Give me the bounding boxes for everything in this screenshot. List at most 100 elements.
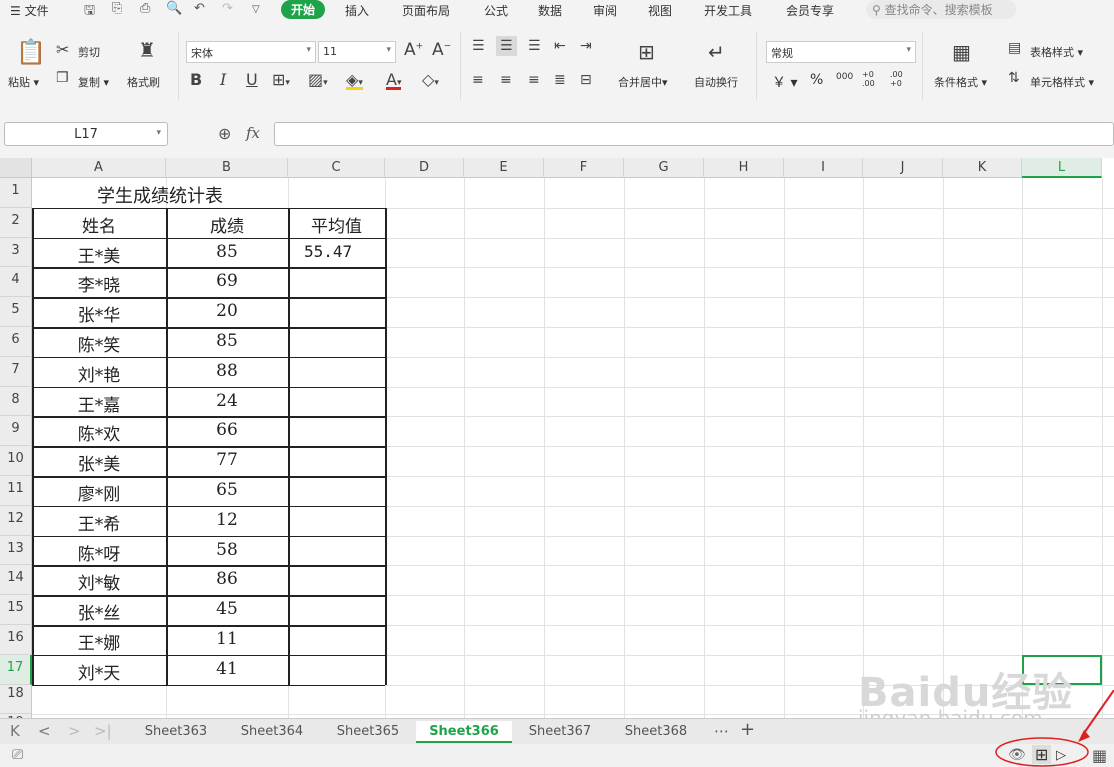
- row-header-14[interactable]: 14: [0, 565, 32, 596]
- next-sheet-icon[interactable]: >: [68, 722, 81, 740]
- distribute-icon[interactable]: ⊟: [580, 72, 592, 88]
- column-header-j[interactable]: J: [863, 158, 943, 178]
- font-name-select[interactable]: 宋体 ▾: [186, 41, 316, 63]
- indent-icon[interactable]: ⇥: [580, 38, 592, 54]
- row-header-17[interactable]: 17: [0, 654, 32, 685]
- wrap-text-button[interactable]: 自动换行: [694, 74, 738, 90]
- paste-button[interactable]: 粘贴 ▾: [8, 74, 39, 90]
- underline-button[interactable]: U: [246, 70, 258, 89]
- row-header-4[interactable]: 4: [0, 267, 32, 298]
- student-name-cell[interactable]: 张*丝: [32, 599, 166, 624]
- student-name-cell[interactable]: 刘*艳: [32, 361, 166, 386]
- tab-member[interactable]: 会员专享: [786, 2, 834, 19]
- align-bottom-icon[interactable]: ☰: [528, 38, 541, 54]
- student-score-cell[interactable]: 41: [166, 659, 288, 679]
- student-name-cell[interactable]: 王*美: [32, 242, 166, 267]
- student-score-cell[interactable]: 12: [166, 510, 288, 530]
- export-icon[interactable]: ⎘: [112, 1, 122, 16]
- row-header-11[interactable]: 11: [0, 476, 32, 506]
- row-header-3[interactable]: 3: [0, 237, 32, 268]
- student-score-cell[interactable]: 85: [166, 331, 288, 351]
- decrease-decimal-button[interactable]: .00 +0: [890, 70, 910, 88]
- print-icon[interactable]: ⎙: [140, 1, 150, 16]
- merge-center-button[interactable]: 合并居中▾: [618, 74, 668, 90]
- paste-icon[interactable]: 📋: [16, 38, 46, 66]
- student-score-cell[interactable]: 58: [166, 540, 288, 560]
- column-header-k[interactable]: K: [943, 158, 1022, 178]
- row-header-18[interactable]: 18: [0, 684, 32, 715]
- formula-input[interactable]: [274, 122, 1114, 146]
- student-score-cell[interactable]: 20: [166, 301, 288, 321]
- student-score-cell[interactable]: 65: [166, 480, 288, 500]
- student-name-cell[interactable]: 李*晓: [32, 271, 166, 296]
- undo-icon[interactable]: ↶: [194, 1, 205, 16]
- first-sheet-icon[interactable]: K: [10, 722, 20, 740]
- row-header-16[interactable]: 16: [0, 625, 32, 655]
- conditional-format-button[interactable]: 条件格式 ▾: [934, 74, 987, 90]
- percent-button[interactable]: %: [810, 72, 823, 88]
- row-header-6[interactable]: 6: [0, 327, 32, 357]
- student-score-cell[interactable]: 88: [166, 361, 288, 381]
- row-header-8[interactable]: 8: [0, 386, 32, 417]
- student-name-cell[interactable]: 陈*笑: [32, 331, 166, 356]
- student-score-cell[interactable]: 85: [166, 242, 288, 262]
- student-score-cell[interactable]: 11: [166, 629, 288, 649]
- tab-insert[interactable]: 插入: [345, 2, 369, 19]
- student-name-cell[interactable]: 陈*呀: [32, 540, 166, 565]
- command-search[interactable]: ⚲ 查找命令、搜索模板: [866, 0, 1016, 19]
- column-header-h[interactable]: H: [704, 158, 784, 178]
- student-name-cell[interactable]: 王*娜: [32, 629, 166, 654]
- tab-start[interactable]: 开始: [281, 0, 326, 19]
- fill-style-icon[interactable]: ▨▾: [308, 70, 328, 89]
- spreadsheet-grid[interactable]: ABCDEFGHIJKL 1 2 3 4 5 6 7 8 9 10 11 12 13 14 15 16 17 18…: [0, 158, 1114, 718]
- sheet-tab-367[interactable]: Sheet367: [512, 721, 608, 743]
- copy-button[interactable]: 复制 ▾: [78, 74, 109, 90]
- table-style-button[interactable]: 表格样式 ▾: [1030, 44, 1083, 60]
- header-average-cell[interactable]: 平均值: [288, 212, 385, 237]
- average-value-cell[interactable]: 55.47: [288, 242, 385, 261]
- student-name-cell[interactable]: 刘*天: [32, 659, 166, 684]
- justify-icon[interactable]: ≣: [554, 72, 566, 88]
- prev-sheet-icon[interactable]: <: [38, 722, 51, 740]
- tab-view[interactable]: 视图: [648, 2, 672, 19]
- font-size-select[interactable]: 11 ▾: [318, 41, 396, 63]
- tab-page-layout[interactable]: 页面布局: [402, 2, 450, 19]
- currency-button[interactable]: ￥ ▾: [772, 72, 797, 92]
- last-sheet-icon[interactable]: >|: [94, 722, 112, 740]
- increase-font-icon[interactable]: A+: [404, 40, 423, 60]
- save-icon[interactable]: 🖫: [84, 1, 95, 23]
- row-header-7[interactable]: 7: [0, 356, 32, 387]
- decrease-font-icon[interactable]: A−: [432, 40, 451, 60]
- row-header-2[interactable]: 2: [0, 207, 32, 238]
- column-header-c[interactable]: C: [288, 158, 385, 178]
- row-header-10[interactable]: 10: [0, 446, 32, 476]
- sheet-tab-364[interactable]: Sheet364: [224, 721, 320, 743]
- more-sheets-button[interactable]: ⋯: [714, 722, 729, 740]
- bold-button[interactable]: B: [190, 70, 202, 89]
- format-painter-button[interactable]: 格式刷: [127, 74, 160, 90]
- italic-button[interactable]: I: [220, 70, 226, 89]
- student-score-cell[interactable]: 45: [166, 599, 288, 619]
- row-header-9[interactable]: 9: [0, 416, 32, 447]
- align-top-icon[interactable]: ☰: [472, 38, 485, 54]
- header-name-cell[interactable]: 姓名: [32, 212, 166, 237]
- eraser-icon[interactable]: ◇▾: [422, 70, 439, 89]
- row-header-5[interactable]: 5: [0, 297, 32, 327]
- number-format-select[interactable]: 常规 ▾: [766, 41, 916, 63]
- increase-decimal-button[interactable]: +0 .00: [862, 70, 882, 88]
- redo-icon[interactable]: ↷: [222, 1, 233, 16]
- column-header-a[interactable]: A: [32, 158, 166, 178]
- student-score-cell[interactable]: 24: [166, 391, 288, 411]
- student-score-cell[interactable]: 69: [166, 271, 288, 291]
- sheet-tab-363[interactable]: Sheet363: [128, 721, 224, 743]
- outdent-icon[interactable]: ⇤: [554, 38, 566, 54]
- name-box[interactable]: L17 ▾: [4, 122, 168, 146]
- thousands-button[interactable]: 000: [836, 72, 853, 82]
- student-name-cell[interactable]: 张*美: [32, 450, 166, 475]
- student-name-cell[interactable]: 王*嘉: [32, 391, 166, 416]
- cut-button[interactable]: 剪切: [78, 44, 100, 60]
- font-color-button[interactable]: A▾: [386, 70, 402, 90]
- student-name-cell[interactable]: 陈*欢: [32, 420, 166, 445]
- align-right-icon[interactable]: ≡: [528, 72, 540, 88]
- student-name-cell[interactable]: 廖*刚: [32, 480, 166, 505]
